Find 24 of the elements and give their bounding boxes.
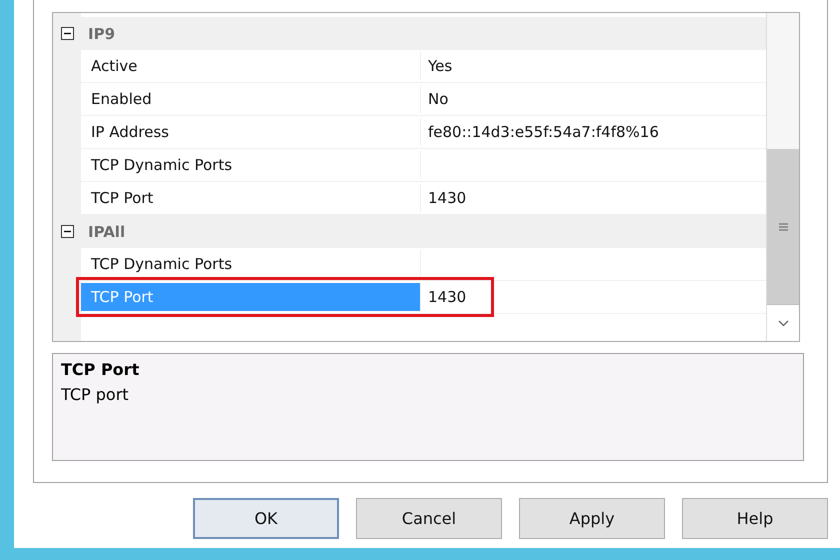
collapse-icon[interactable] — [61, 27, 74, 40]
property-name[interactable]: Active — [81, 52, 421, 80]
collapse-icon[interactable] — [61, 225, 74, 238]
property-value[interactable]: fe80::14d3:e55f:54a7:f4f8%16 — [428, 123, 659, 141]
property-name[interactable]: IP Address — [81, 118, 421, 146]
description-text: TCP port — [61, 385, 130, 404]
grip-icon — [778, 222, 788, 230]
dialog-button[interactable]: Help — [682, 498, 828, 539]
property-value[interactable]: Yes — [428, 57, 452, 75]
dialog-button[interactable]: Apply — [519, 498, 665, 539]
description-title: TCP Port — [61, 360, 140, 379]
property-value[interactable]: No — [428, 90, 448, 108]
dialog-button[interactable]: OK — [193, 498, 339, 539]
category-label: IP9 — [88, 24, 116, 42]
property-name[interactable]: TCP Dynamic Ports — [81, 151, 421, 179]
scrollbar-thumb[interactable] — [767, 149, 799, 304]
property-value[interactable]: 1430 — [428, 288, 466, 306]
category-label: IPAll — [88, 222, 126, 240]
dialog-button[interactable]: Cancel — [356, 498, 502, 539]
property-name[interactable]: TCP Dynamic Ports — [81, 250, 421, 278]
property-name[interactable]: TCP Port — [81, 184, 421, 212]
scrollbar[interactable] — [766, 13, 799, 341]
property-value[interactable]: 1430 — [428, 189, 466, 207]
property-name[interactable]: Enabled — [81, 85, 421, 113]
